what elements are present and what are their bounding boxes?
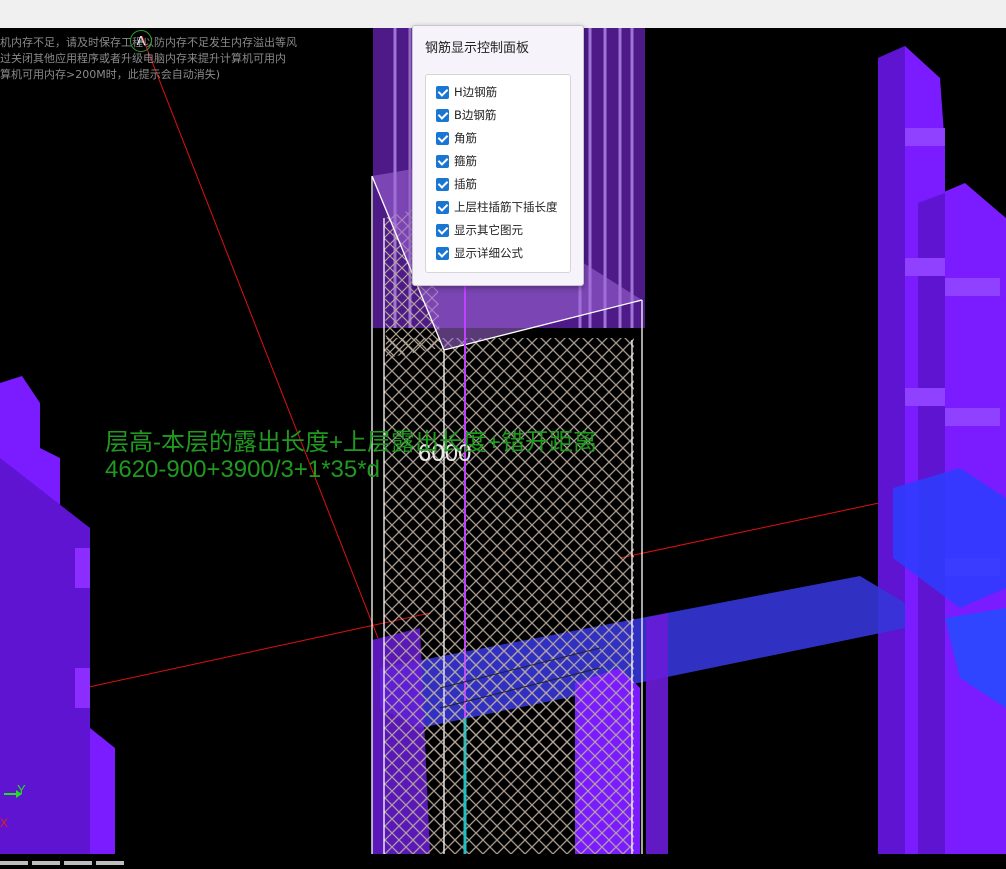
bottom-tab[interactable] [64,861,92,865]
option-label: 角筋 [454,131,477,145]
checkbox-checked-icon[interactable] [436,246,449,260]
option-stirrup[interactable]: 箍筋 [436,152,477,170]
right-columns [878,46,1006,854]
warning-line: 算机可用内存>200M时，此提示会自动消失) [0,68,220,81]
option-label: 插筋 [454,177,477,191]
options-box: H边钢筋 B边钢筋 角筋 箍筋 插筋 上层柱插筋下插长度 显示其它图元 显示详细… [425,74,571,273]
warning-line: 过关闭其他应用程序或者升级电脑内存来提升计算机可用内 [0,52,286,65]
rebar-cage [384,338,634,854]
bottom-tab[interactable] [32,861,60,865]
option-show-detailed-formula[interactable]: 显示详细公式 [436,244,523,262]
rebar-display-control-panel: 钢筋显示控制面板 H边钢筋 B边钢筋 角筋 箍筋 插筋 上层柱插筋下插长度 显示… [412,25,584,286]
option-label: H边钢筋 [454,85,498,99]
bottom-tab-strip[interactable] [0,850,130,865]
option-h-side-rebar[interactable]: H边钢筋 [436,83,497,101]
checkbox-checked-icon[interactable] [436,200,449,214]
checkbox-checked-icon[interactable] [436,85,449,99]
option-show-other-elements[interactable]: 显示其它图元 [436,221,523,239]
option-dowel-rebar[interactable]: 插筋 [436,175,477,193]
checkbox-checked-icon[interactable] [436,108,449,122]
axis-marker: A [130,30,152,52]
checkbox-checked-icon[interactable] [436,223,449,237]
option-label: 显示其它图元 [454,223,523,237]
checkbox-checked-icon[interactable] [436,131,449,145]
option-label: B边钢筋 [454,108,497,122]
checkbox-checked-icon[interactable] [436,177,449,191]
y-axis-label: Y [17,782,26,797]
formula-text: 层高-本层的露出长度+上层露出长度+错开距离 [105,429,598,456]
option-label: 显示详细公式 [454,246,523,260]
checkbox-checked-icon[interactable] [436,154,449,168]
bottom-tab[interactable] [0,861,28,865]
bottom-tab[interactable] [96,861,124,865]
option-upper-dowel-length[interactable]: 上层柱插筋下插长度 [436,198,558,216]
panel-title: 钢筋显示控制面板 [425,41,530,56]
option-label: 上层柱插筋下插长度 [454,200,558,214]
option-b-side-rebar[interactable]: B边钢筋 [436,106,496,124]
formula-values: 4620-900+3900/3+1*35*d [105,456,380,483]
option-label: 箍筋 [454,154,477,168]
x-axis-label: X [0,816,9,830]
option-corner-rebar[interactable]: 角筋 [436,129,477,147]
